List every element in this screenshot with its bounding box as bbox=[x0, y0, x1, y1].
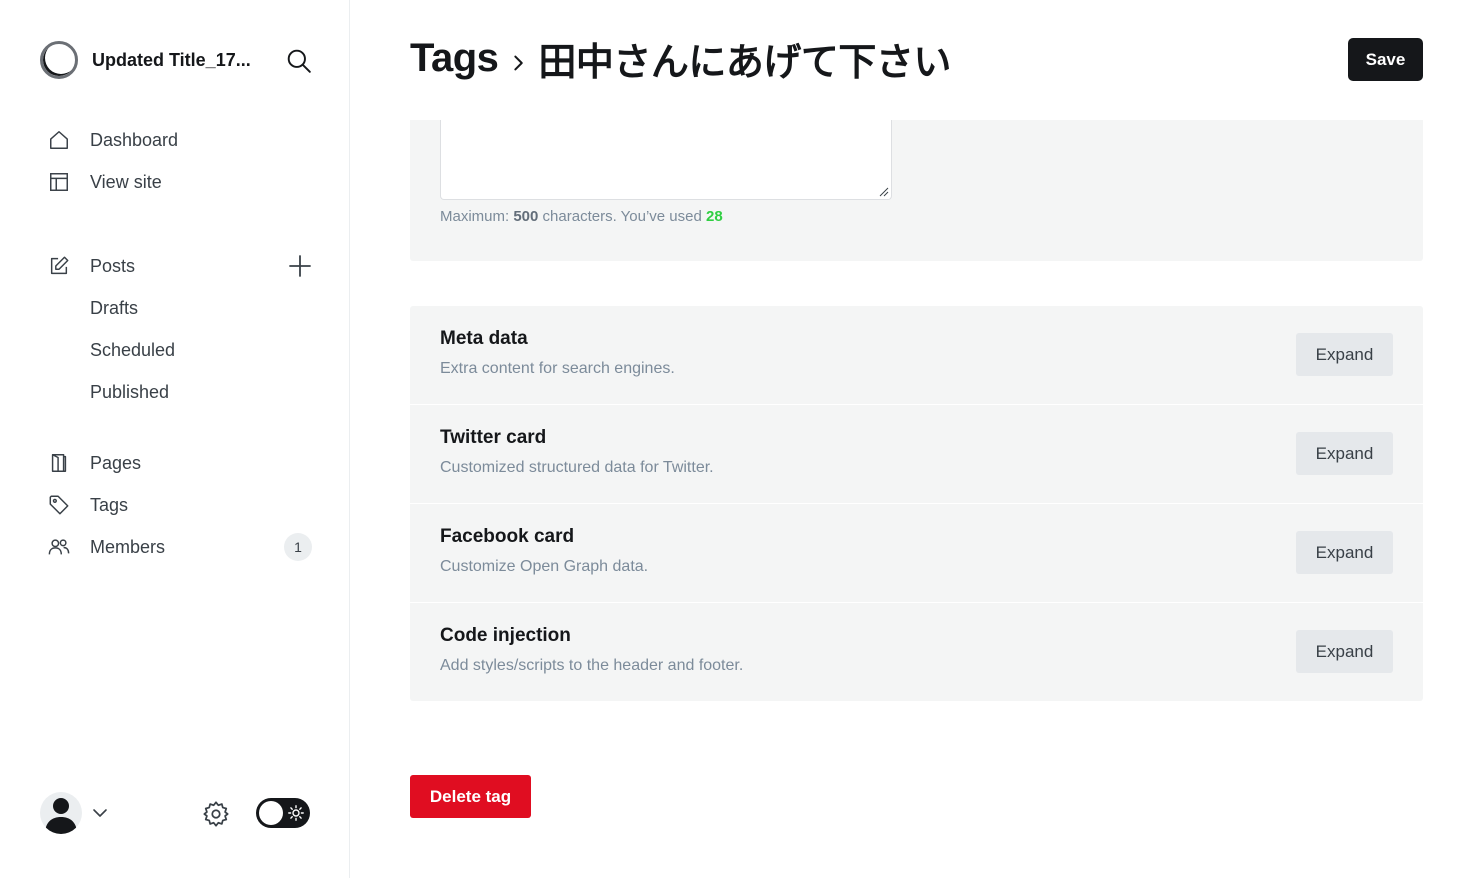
site-logo[interactable] bbox=[40, 41, 78, 79]
page-icon bbox=[48, 452, 70, 474]
sidebar-footer bbox=[40, 792, 312, 834]
delete-tag-button[interactable]: Delete tag bbox=[410, 775, 531, 818]
section-title: Twitter card bbox=[440, 427, 547, 448]
sidebar-item-view-site[interactable]: View site bbox=[40, 161, 312, 203]
members-count-badge: 1 bbox=[284, 533, 312, 561]
nav-posts: Posts Drafts Scheduled Published bbox=[40, 245, 312, 413]
expand-meta-data-button[interactable]: Expand bbox=[1296, 333, 1393, 376]
char-count-max: 500 bbox=[513, 208, 539, 225]
char-count-prefix: Maximum: bbox=[440, 208, 514, 225]
settings-sections: Meta data Extra content for search engin… bbox=[410, 306, 1423, 702]
section-title: Facebook card bbox=[440, 526, 575, 547]
sidebar-item-label: View site bbox=[90, 171, 162, 192]
sidebar-item-label: Drafts bbox=[90, 297, 139, 318]
page-title: 田中さんにあげて下さい bbox=[538, 41, 951, 84]
sidebar-item-label: Published bbox=[90, 381, 170, 402]
expand-facebook-card-button[interactable]: Expand bbox=[1296, 531, 1393, 574]
expand-twitter-card-button[interactable]: Expand bbox=[1296, 432, 1393, 475]
save-button[interactable]: Save bbox=[1348, 38, 1423, 81]
char-count-middle: characters. You’ve used bbox=[538, 208, 706, 225]
character-count-hint: Maximum: 500 characters. You’ve used 28 bbox=[440, 208, 723, 225]
sidebar-item-label: Tags bbox=[90, 494, 129, 515]
avatar[interactable] bbox=[40, 792, 82, 834]
sidebar-item-label: Posts bbox=[90, 255, 136, 276]
home-icon bbox=[48, 129, 70, 151]
sidebar-item-label: Members bbox=[90, 536, 166, 557]
section-code-injection: Code injection Add styles/scripts to the… bbox=[410, 603, 1423, 701]
sidebar-item-posts[interactable]: Posts bbox=[40, 245, 312, 287]
breadcrumb-tags-link[interactable]: Tags bbox=[410, 36, 499, 81]
nav-primary: Dashboard View site bbox=[40, 119, 312, 203]
add-post-icon[interactable] bbox=[288, 254, 312, 278]
theme-toggle[interactable] bbox=[256, 798, 310, 828]
sidebar-item-drafts[interactable]: Drafts bbox=[40, 287, 312, 329]
section-title: Meta data bbox=[440, 328, 528, 349]
section-facebook-card: Facebook card Customize Open Graph data.… bbox=[410, 504, 1423, 602]
section-title: Code injection bbox=[440, 625, 571, 646]
nav-secondary: Pages Tags Members 1 bbox=[40, 442, 312, 568]
sidebar: Updated Title_17... Dashboard View site … bbox=[0, 0, 350, 878]
resize-handle-icon[interactable] bbox=[879, 187, 889, 197]
sidebar-item-label: Pages bbox=[90, 452, 142, 473]
main-header: Tags 田中さんにあげて下さい Save bbox=[410, 30, 1423, 90]
sidebar-item-label: Scheduled bbox=[90, 339, 176, 360]
sun-icon bbox=[288, 805, 304, 821]
section-description: Add styles/scripts to the header and foo… bbox=[440, 657, 744, 674]
toggle-knob bbox=[259, 801, 283, 825]
expand-code-injection-button[interactable]: Expand bbox=[1296, 630, 1393, 673]
tag-icon bbox=[48, 494, 70, 516]
sidebar-item-dashboard[interactable]: Dashboard bbox=[40, 119, 312, 161]
sidebar-item-published[interactable]: Published bbox=[40, 371, 312, 413]
section-description: Extra content for search engines. bbox=[440, 360, 675, 377]
section-twitter-card: Twitter card Customized structured data … bbox=[410, 405, 1423, 503]
sidebar-item-label: Dashboard bbox=[90, 129, 179, 150]
sidebar-item-members[interactable]: Members 1 bbox=[40, 526, 312, 568]
chevron-down-icon[interactable] bbox=[92, 805, 108, 821]
layout-icon bbox=[48, 171, 70, 193]
chevron-right-icon bbox=[514, 55, 524, 71]
section-meta-data: Meta data Extra content for search engin… bbox=[410, 306, 1423, 404]
edit-icon bbox=[48, 255, 70, 277]
gear-icon[interactable] bbox=[202, 800, 230, 828]
description-textarea[interactable] bbox=[440, 120, 892, 200]
search-icon[interactable] bbox=[286, 48, 312, 74]
members-icon bbox=[48, 536, 70, 558]
user-icon bbox=[45, 798, 77, 834]
section-description: Customized structured data for Twitter. bbox=[440, 459, 714, 476]
tag-description-card: Maximum: 500 characters. You’ve used 28 bbox=[410, 120, 1423, 261]
section-description: Customize Open Graph data. bbox=[440, 558, 649, 575]
char-count-used: 28 bbox=[705, 208, 723, 225]
site-title[interactable]: Updated Title_17... bbox=[92, 50, 267, 71]
site-header: Updated Title_17... bbox=[40, 40, 312, 80]
sidebar-item-pages[interactable]: Pages bbox=[40, 442, 312, 484]
sidebar-item-tags[interactable]: Tags bbox=[40, 484, 312, 526]
breadcrumb: Tags 田中さんにあげて下さい bbox=[410, 30, 1423, 86]
sidebar-item-scheduled[interactable]: Scheduled bbox=[40, 329, 312, 371]
